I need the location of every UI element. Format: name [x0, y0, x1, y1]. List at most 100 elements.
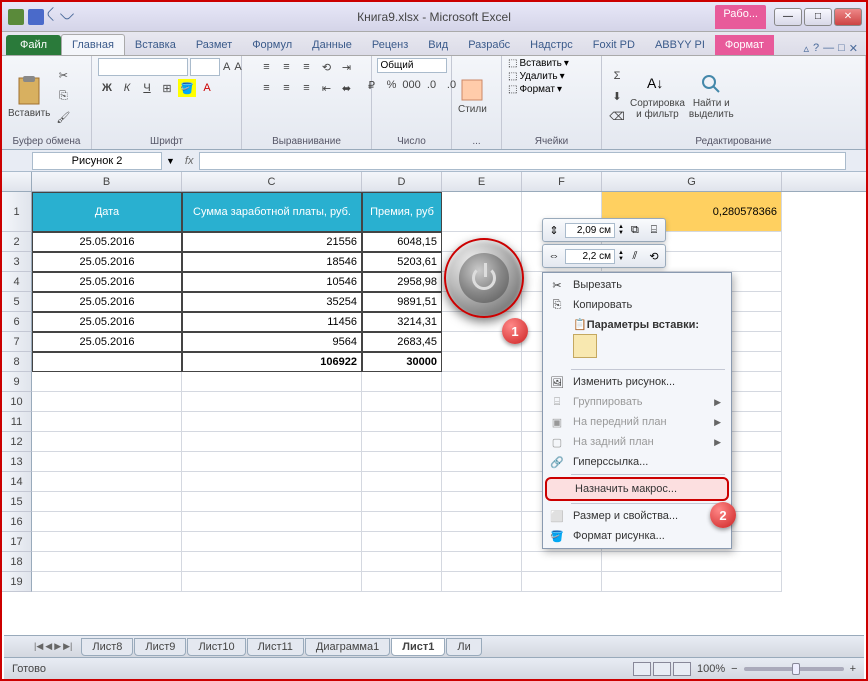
column-header[interactable]: C — [182, 172, 362, 191]
wrap-text-icon[interactable]: ⇥ — [338, 58, 356, 76]
format-painter-icon[interactable]: 🖌 — [54, 108, 72, 126]
cell[interactable] — [442, 552, 522, 572]
cell[interactable] — [442, 572, 522, 592]
sheet-tab[interactable]: Ли — [446, 638, 481, 656]
cell[interactable] — [442, 392, 522, 412]
row-header[interactable]: 8 — [2, 352, 32, 372]
cell[interactable] — [362, 552, 442, 572]
ctx-hyperlink[interactable]: 🔗Гиперссылка... — [545, 452, 729, 472]
zoom-slider[interactable] — [744, 667, 844, 671]
ctx-change-picture[interactable]: 🖼Изменить рисунок... — [545, 372, 729, 392]
cell[interactable]: Премия, руб — [362, 192, 442, 232]
cell[interactable] — [182, 472, 362, 492]
row-header[interactable]: 1 — [2, 192, 32, 232]
cell[interactable]: 25.05.2016 — [32, 232, 182, 252]
cell[interactable] — [182, 572, 362, 592]
font-size-input[interactable] — [190, 58, 220, 76]
cell[interactable] — [32, 512, 182, 532]
tab-addins[interactable]: Надстрс — [520, 35, 583, 55]
italic-button[interactable]: К — [118, 79, 136, 97]
tab-abbyy[interactable]: ABBYY PI — [645, 35, 715, 55]
find-select-button[interactable]: Найти и выделить — [689, 72, 734, 120]
row-header[interactable]: 17 — [2, 532, 32, 552]
row-header[interactable]: 3 — [2, 252, 32, 272]
tab-insert[interactable]: Вставка — [125, 35, 186, 55]
cell[interactable] — [32, 372, 182, 392]
tab-formulas[interactable]: Формул — [242, 35, 302, 55]
cell[interactable] — [362, 512, 442, 532]
formula-bar[interactable] — [199, 152, 846, 170]
cell[interactable] — [442, 412, 522, 432]
doc-min-icon[interactable]: — — [823, 42, 834, 55]
column-header[interactable]: E — [442, 172, 522, 191]
cell[interactable]: 25.05.2016 — [32, 292, 182, 312]
align-center-icon[interactable]: ≡ — [278, 79, 296, 97]
row-header[interactable]: 4 — [2, 272, 32, 292]
row-header[interactable]: 18 — [2, 552, 32, 572]
cell[interactable]: 6048,15 — [362, 232, 442, 252]
cut-icon[interactable]: ✂ — [54, 66, 72, 84]
cell[interactable]: 25.05.2016 — [32, 332, 182, 352]
underline-button[interactable]: Ч — [138, 79, 156, 97]
cell[interactable] — [362, 532, 442, 552]
rotate-icon[interactable]: ⟲ — [646, 248, 662, 264]
cell[interactable] — [362, 412, 442, 432]
redo-icon[interactable] — [60, 6, 74, 20]
font-color-icon[interactable]: A — [198, 79, 216, 97]
cell[interactable] — [182, 432, 362, 452]
row-header[interactable]: 16 — [2, 512, 32, 532]
row-header[interactable]: 9 — [2, 372, 32, 392]
minimize-button[interactable]: — — [774, 8, 802, 26]
cell[interactable] — [182, 492, 362, 512]
tab-data[interactable]: Данные — [302, 35, 362, 55]
indent-dec-icon[interactable]: ⇤ — [318, 79, 336, 97]
cell[interactable] — [182, 412, 362, 432]
cell[interactable] — [32, 412, 182, 432]
paste-button[interactable]: Вставить — [8, 74, 50, 119]
align-bottom-icon[interactable]: ≡ — [298, 58, 316, 76]
sheet-tab[interactable]: Лист9 — [134, 638, 186, 656]
cell[interactable]: 21556 — [182, 232, 362, 252]
cell[interactable] — [442, 512, 522, 532]
cell[interactable] — [602, 572, 782, 592]
cell[interactable] — [522, 552, 602, 572]
cell[interactable]: 30000 — [362, 352, 442, 372]
tab-file[interactable]: Файл — [6, 35, 61, 55]
fill-icon[interactable]: ⬇ — [608, 87, 626, 105]
cell[interactable] — [32, 472, 182, 492]
delete-cells-button[interactable]: ⬚ Удалить ▾ — [508, 71, 565, 82]
zoom-out-icon[interactable]: − — [731, 663, 737, 675]
grow-font-icon[interactable]: A — [222, 58, 231, 76]
shape-height-input[interactable] — [565, 223, 615, 238]
row-header[interactable]: 12 — [2, 432, 32, 452]
cell[interactable] — [32, 432, 182, 452]
arrange-icon[interactable]: ⫽ — [627, 248, 643, 264]
row-header[interactable]: 5 — [2, 292, 32, 312]
sort-filter-button[interactable]: A↓ Сортировка и фильтр — [630, 72, 685, 120]
sheet-tab[interactable]: Лист10 — [187, 638, 245, 656]
zoom-in-icon[interactable]: + — [850, 663, 856, 675]
doc-close-icon[interactable]: ✕ — [849, 42, 858, 55]
merge-icon[interactable]: ⬌ — [338, 79, 356, 97]
cell[interactable] — [182, 452, 362, 472]
tab-developer[interactable]: Разрабс — [458, 35, 520, 55]
cell[interactable] — [362, 372, 442, 392]
row-header[interactable]: 2 — [2, 232, 32, 252]
column-header[interactable]: G — [602, 172, 782, 191]
bold-button[interactable]: Ж — [98, 79, 116, 97]
view-mode-icons[interactable] — [633, 662, 691, 676]
cell[interactable] — [32, 352, 182, 372]
cell[interactable] — [182, 512, 362, 532]
shape-width-input[interactable] — [565, 249, 615, 264]
sheet-tab[interactable]: Диаграмма1 — [305, 638, 390, 656]
cell[interactable] — [442, 372, 522, 392]
font-name-input[interactable] — [98, 58, 188, 76]
sheet-tab[interactable]: Лист1 — [391, 638, 445, 656]
row-header[interactable]: 15 — [2, 492, 32, 512]
row-header[interactable]: 7 — [2, 332, 32, 352]
row-header[interactable]: 13 — [2, 452, 32, 472]
minimize-ribbon-icon[interactable]: ▵ — [803, 42, 809, 55]
cell[interactable] — [442, 532, 522, 552]
cell[interactable] — [32, 452, 182, 472]
help-icon[interactable]: ? — [813, 42, 819, 55]
